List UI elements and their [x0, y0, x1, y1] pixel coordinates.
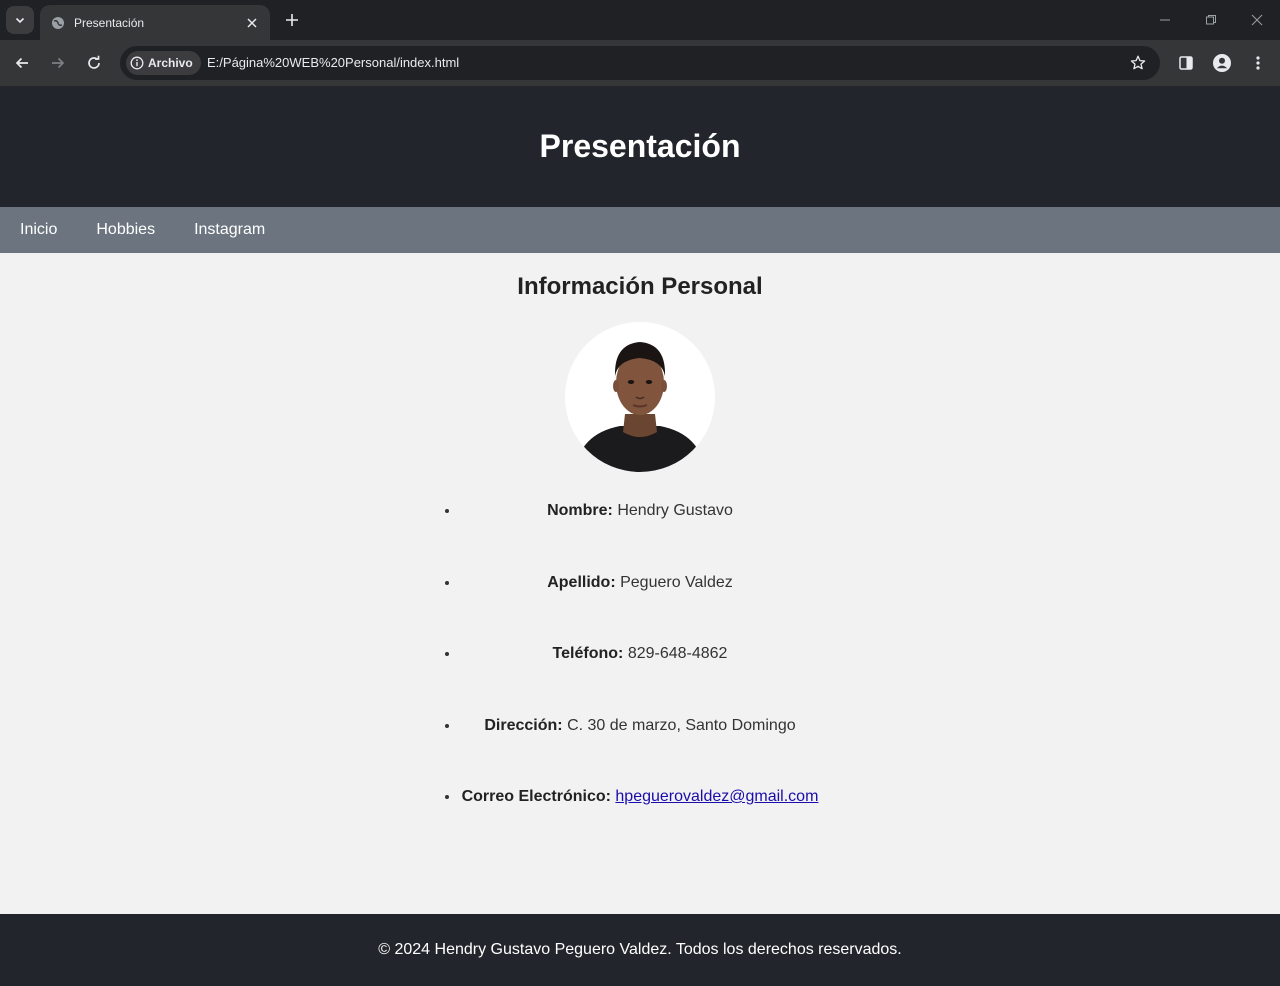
tab-title: Presentación	[74, 15, 145, 30]
browser-toolbar: Archivo E:/Página%20WEB%20Personal/index…	[0, 40, 1280, 86]
info-label: Apellido:	[547, 573, 616, 591]
page-title: Presentación	[539, 128, 741, 164]
info-label: Correo Electrónico:	[461, 788, 611, 805]
site-info-chip[interactable]: Archivo	[126, 51, 201, 75]
info-value: Hendry Gustavo	[617, 502, 733, 519]
browser-tabstrip: Presentación	[0, 0, 1280, 40]
info-label: Nombre:	[547, 502, 613, 519]
list-item-direccion: Dirección: C. 30 de marzo, Santo Domingo	[460, 717, 820, 789]
list-item-telefono: Teléfono: 829-648-4862	[460, 645, 820, 717]
list-item-nombre: Nombre: Hendry Gustavo	[460, 502, 820, 574]
list-item-correo: Correo Electrónico: hpeguerovaldez@gmail…	[460, 788, 820, 860]
personal-info-list: Nombre: Hendry Gustavo Apellido: Peguero…	[460, 502, 820, 860]
profile-avatar-icon[interactable]	[1210, 51, 1234, 75]
new-tab-plus-icon[interactable]	[280, 8, 304, 32]
site-footer: © 2024 Hendry Gustavo Peguero Valdez. To…	[0, 914, 1280, 986]
web-page: Presentación Inicio Hobbies Instagram In…	[0, 86, 1280, 986]
footer-text: © 2024 Hendry Gustavo Peguero Valdez. To…	[378, 941, 902, 958]
info-value: 829-648-4862	[627, 645, 728, 662]
globe-icon	[50, 15, 66, 31]
list-item-apellido: Apellido: Peguero Valdez	[460, 574, 820, 646]
restore-icon[interactable]	[1199, 8, 1223, 32]
info-value: Peguero Valdez	[620, 573, 733, 591]
info-value: C. 30 de marzo, Santo Domingo	[567, 716, 796, 734]
address-bar[interactable]: Archivo E:/Página%20WEB%20Personal/index…	[120, 46, 1160, 80]
section-title: Información Personal	[517, 273, 763, 300]
profile-photo	[565, 322, 715, 472]
url-text[interactable]: E:/Página%20WEB%20Personal/index.html	[207, 55, 459, 70]
back-arrow-icon[interactable]	[8, 49, 36, 77]
reload-icon[interactable]	[80, 49, 108, 77]
forward-arrow-icon[interactable]	[44, 49, 72, 77]
email-link[interactable]: hpeguerovaldez@gmail.com	[615, 788, 818, 805]
browser-tab[interactable]: Presentación	[40, 5, 270, 40]
tab-close-icon[interactable]	[244, 15, 260, 31]
info-label: Teléfono:	[552, 645, 624, 662]
nav-link-hobbies[interactable]: Hobbies	[96, 221, 155, 239]
minimize-icon[interactable]	[1153, 8, 1177, 32]
site-nav: Inicio Hobbies Instagram	[0, 207, 1280, 253]
nav-link-inicio[interactable]: Inicio	[20, 221, 57, 239]
site-chip-label: Archivo	[148, 56, 193, 70]
info-label: Dirección:	[484, 716, 563, 734]
tab-search-button[interactable]	[6, 6, 34, 34]
site-header: Presentación	[0, 86, 1280, 207]
side-panel-icon[interactable]	[1174, 51, 1198, 75]
nav-link-instagram[interactable]: Instagram	[194, 221, 265, 239]
bookmark-star-icon[interactable]	[1128, 53, 1148, 73]
more-menu-icon[interactable]	[1246, 51, 1270, 75]
chevron-down-icon	[15, 17, 25, 24]
info-icon	[130, 56, 144, 70]
window-close-icon[interactable]	[1245, 8, 1269, 32]
main-content: Información Personal Nombre: Hendry Gust…	[0, 273, 1280, 860]
